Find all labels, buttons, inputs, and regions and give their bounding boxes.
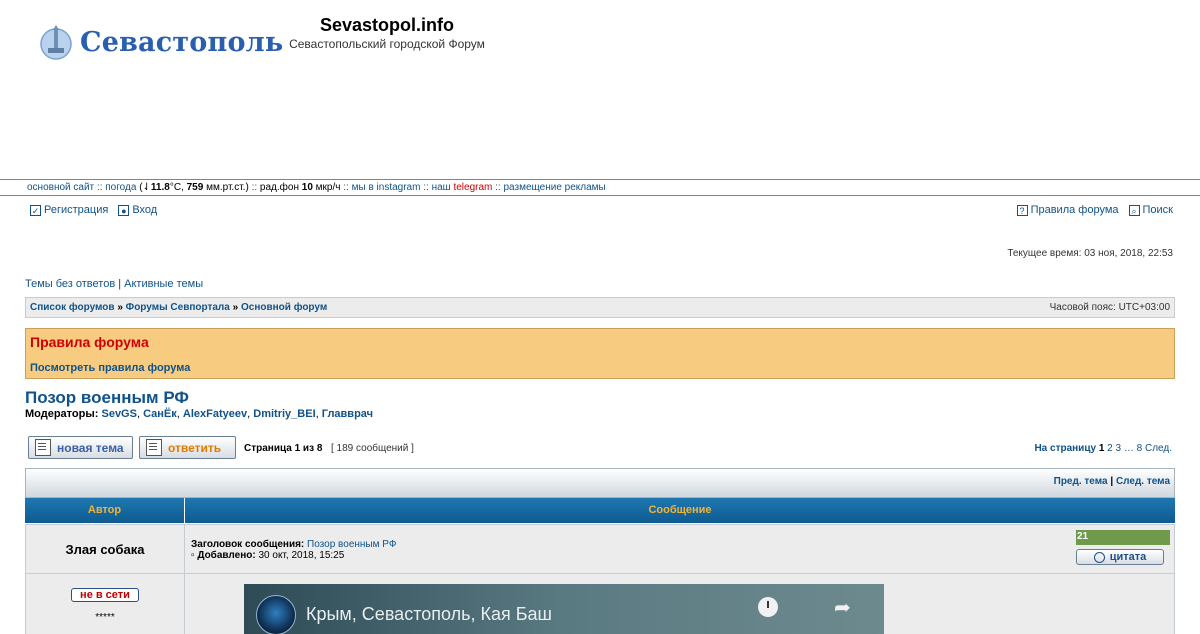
- moderators: Модераторы: SevGS, СанЁк, AlexFatyeev, D…: [25, 408, 374, 420]
- new-topic-button[interactable]: новая тема: [28, 436, 133, 459]
- page-link[interactable]: 3: [1116, 443, 1122, 454]
- site-nav: ? Правила форума ⌕ Поиск: [1016, 204, 1173, 216]
- post-author[interactable]: Злая собака: [26, 525, 185, 573]
- login-link[interactable]: ● Вход: [118, 204, 157, 216]
- page-link-last[interactable]: 8: [1137, 443, 1143, 454]
- weather-link[interactable]: погода: [105, 182, 136, 193]
- site-logo[interactable]: Севастополь: [38, 22, 283, 62]
- post-body-row: не в сети ***** Крым, Севастополь, Кая Б…: [25, 573, 1175, 634]
- unanswered-topics-link[interactable]: Темы без ответов: [25, 278, 115, 290]
- thermometer-icon: ⇃: [142, 182, 151, 193]
- quick-links: Темы без ответов | Активные темы: [25, 278, 204, 290]
- view-rules-link[interactable]: Посмотреть правила форума: [30, 362, 190, 374]
- rules-link[interactable]: ? Правила форума: [1016, 204, 1119, 216]
- search-icon: ⌕: [1128, 204, 1140, 216]
- video-title[interactable]: Крым, Севастополь, Кая Баш: [306, 604, 552, 625]
- user-rank: *****: [95, 612, 115, 623]
- topic-title[interactable]: Позор военным РФ: [25, 388, 189, 408]
- main-site-link[interactable]: основной сайт: [27, 182, 94, 193]
- post-icon: ▫: [191, 550, 195, 561]
- post-subject-link[interactable]: Позор военным РФ: [307, 539, 396, 550]
- page-icon: [146, 439, 162, 456]
- breadcrumb-main-forum[interactable]: Основной форум: [241, 302, 327, 313]
- telegram-link[interactable]: telegram: [453, 182, 492, 193]
- message-count: [ 189 сообщений ]: [331, 443, 414, 454]
- post-rating: 21: [1076, 530, 1170, 545]
- site-subtitle: Севастопольский городской Форум: [289, 37, 485, 51]
- pagination: На страницу 1 2 3 … 8 След.: [1034, 443, 1172, 454]
- rules-title: Правила форума: [30, 334, 149, 350]
- register-icon: ✓: [30, 204, 41, 216]
- radiation-label: рад.фон: [259, 182, 299, 193]
- moderator-link[interactable]: СанЁк: [143, 408, 177, 420]
- page-next[interactable]: След.: [1145, 443, 1172, 454]
- instagram-link[interactable]: мы в instagram: [352, 182, 421, 193]
- login-icon: ●: [118, 204, 130, 216]
- post-meta: Заголовок сообщения: Позор военным РФ ▫ …: [185, 525, 1174, 573]
- ads-link[interactable]: размещение рекламы: [504, 182, 606, 193]
- author-column-header: Автор: [25, 498, 185, 523]
- forum-rules-box: Правила форума Посмотреть правила форума: [25, 328, 1175, 379]
- post-table-header: Автор Сообщение: [25, 498, 1175, 523]
- moderator-link[interactable]: AlexFatyeev: [183, 408, 247, 420]
- breadcrumb-sevportal[interactable]: Форумы Севпортала: [126, 302, 230, 313]
- logo-text: Севастополь: [80, 26, 284, 58]
- watch-later-icon[interactable]: [758, 597, 778, 617]
- breadcrumb-forum-index[interactable]: Список форумов: [30, 302, 115, 313]
- quote-icon: [1093, 551, 1105, 563]
- prev-topic-link[interactable]: Пред. тема: [1054, 476, 1108, 487]
- channel-avatar[interactable]: [256, 595, 296, 634]
- moderator-link[interactable]: SevGS: [101, 408, 136, 420]
- thread-nav-bar: Пред. тема | След. тема: [25, 468, 1175, 498]
- moderator-link[interactable]: Главврач: [322, 408, 373, 420]
- site-title: Sevastopol.info: [319, 15, 454, 35]
- radiation-value: 10: [301, 182, 313, 193]
- pressure: 759: [186, 182, 204, 193]
- reply-button[interactable]: ответить: [139, 436, 236, 459]
- page-info: Страница 1 из 8: [244, 443, 323, 454]
- page-icon: [35, 439, 51, 456]
- register-link[interactable]: ✓ Регистрация: [30, 204, 108, 216]
- active-topics-link[interactable]: Активные темы: [124, 278, 203, 290]
- next-topic-link[interactable]: След. тема: [1116, 476, 1170, 487]
- author-profile: не в сети *****: [26, 574, 185, 634]
- info-bar: основной сайт :: погода (⇃11.8°C, 759 мм…: [0, 179, 1200, 196]
- page-link[interactable]: 2: [1107, 443, 1113, 454]
- timezone: Часовой пояс: UTC+03:00: [1049, 302, 1170, 313]
- embedded-video[interactable]: Крым, Севастополь, Кая Баш ➦: [244, 584, 884, 634]
- message-column-header: Сообщение: [648, 504, 712, 516]
- current-time: Текущее время: 03 ноя, 2018, 22:53: [1007, 248, 1173, 259]
- quote-button[interactable]: цитата: [1076, 549, 1164, 565]
- user-nav: ✓ Регистрация ● Вход: [30, 204, 163, 216]
- monument-icon: [38, 24, 74, 60]
- search-link[interactable]: ⌕ Поиск: [1128, 204, 1173, 216]
- moderator-link[interactable]: Dmitriy_BEI: [253, 408, 315, 420]
- offline-badge: не в сети: [71, 588, 139, 602]
- post-header-row: Злая собака Заголовок сообщения: Позор в…: [25, 524, 1175, 574]
- help-icon: ?: [1016, 204, 1028, 216]
- share-icon[interactable]: ➦: [834, 595, 851, 620]
- temperature: 11.8: [150, 182, 170, 193]
- page-current: 1: [1098, 443, 1105, 454]
- post-date: 30 окт, 2018, 15:25: [258, 550, 345, 561]
- breadcrumb: Список форумов » Форумы Севпортала » Осн…: [25, 297, 1175, 318]
